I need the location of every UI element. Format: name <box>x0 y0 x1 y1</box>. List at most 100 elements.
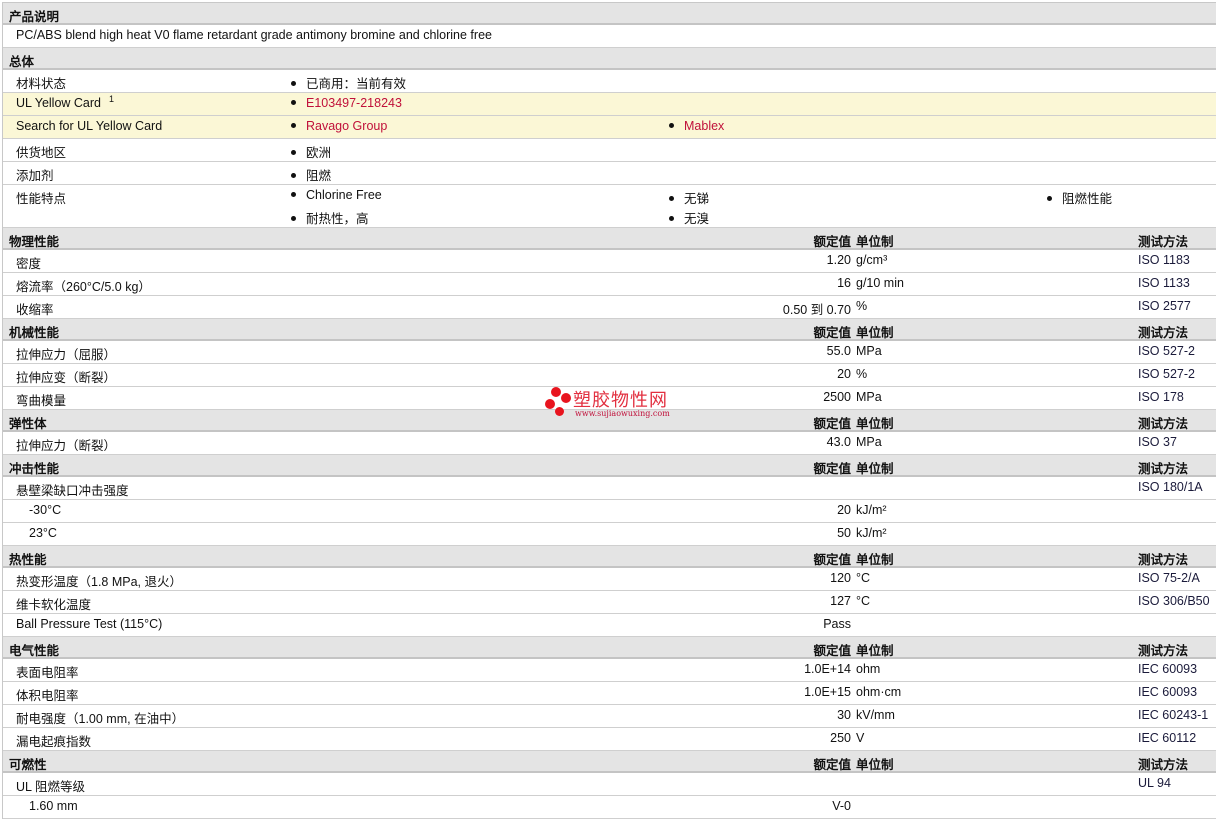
test-method: ISO 527-2 <box>1138 367 1195 381</box>
property-label: 拉伸应力（断裂） <box>16 439 117 453</box>
property-label: 漏电起痕指数 <box>16 735 92 749</box>
property-row: 维卡软化温度 127 °C ISO 306/B50 <box>3 591 1216 614</box>
link-item[interactable]: Ravago Group <box>291 119 387 133</box>
description-row: PC/ABS blend high heat V0 flame retardan… <box>3 25 1216 48</box>
property-value: 250 <box>830 731 851 745</box>
property-row: 热变形温度（1.8 MPa, 退火） 120 °C ISO 75-2/A <box>3 568 1216 591</box>
property-value: 20 <box>837 503 851 517</box>
column-header-value: 额定值 <box>813 644 851 658</box>
section-header-description: 产品说明 <box>3 3 1216 25</box>
general-row-label: Search for UL Yellow Card <box>16 119 163 133</box>
property-row: 耐电强度（1.00 mm, 在油中） 30 kV/mm IEC 60243-1 <box>3 705 1216 728</box>
property-value: 120 <box>830 571 851 585</box>
link-item[interactable]: Mablex <box>669 119 724 133</box>
logo-dot-icon <box>555 407 564 416</box>
property-value: 50 <box>837 526 851 540</box>
logo-dot-icon <box>561 393 571 403</box>
property-label: 耐电强度（1.00 mm, 在油中） <box>16 712 185 726</box>
property-unit: °C <box>856 594 871 608</box>
property-label: 热变形温度（1.8 MPa, 退火） <box>16 575 182 589</box>
footnote-marker: 1 <box>109 94 115 104</box>
property-label: 收缩率 <box>16 303 54 317</box>
property-label: 1.60 mm <box>29 799 78 813</box>
property-value: 43.0 <box>826 435 851 449</box>
property-unit: kJ/m² <box>856 503 887 517</box>
column-header-method: 测试方法 <box>1138 758 1189 772</box>
property-label: 拉伸应力（屈服） <box>16 348 117 362</box>
property-label: 体积电阻率 <box>16 689 79 703</box>
test-method: ISO 1183 <box>1138 253 1190 267</box>
property-unit: MPa <box>856 344 882 358</box>
property-unit: ohm <box>856 662 881 676</box>
property-value: 55.0 <box>826 344 851 358</box>
property-unit: g/cm³ <box>856 253 888 267</box>
bullet-item: 已商用：当前有效 <box>291 73 406 92</box>
general-row-label: 材料状态 <box>16 77 67 91</box>
property-unit: °C <box>856 571 871 585</box>
column-header-unit: 单位制 <box>856 417 894 431</box>
property-unit: % <box>856 299 868 313</box>
section-title: 冲击性能 <box>9 462 60 476</box>
property-label: 悬壁梁缺口冲击强度 <box>16 484 129 498</box>
property-unit: % <box>856 367 868 381</box>
property-value: 1.20 <box>826 253 851 267</box>
test-method: ISO 527-2 <box>1138 344 1195 358</box>
general-row: 材料状态 已商用：当前有效 <box>3 70 1216 93</box>
link-item[interactable]: E103497-218243 <box>291 96 402 110</box>
property-label: 23°C <box>29 526 57 540</box>
section-header-general: 总体 <box>3 48 1216 70</box>
bullet-item: 欧洲 <box>291 142 331 161</box>
column-header-value: 额定值 <box>813 326 851 340</box>
bullet-item: 无溴 <box>669 208 709 227</box>
column-header-value: 额定值 <box>813 553 851 567</box>
property-row: 表面电阻率 1.0E+14 ohm IEC 60093 <box>3 659 1216 682</box>
property-label: -30°C <box>29 503 62 517</box>
property-row: -30°C 20 kJ/m² <box>3 500 1216 523</box>
section-header: 机械性能 额定值 单位制 测试方法 <box>3 319 1216 341</box>
test-method: IEC 60243-1 <box>1138 708 1209 722</box>
general-row-label: 性能特点 <box>16 192 67 206</box>
property-row: 23°C 50 kJ/m² <box>3 523 1216 546</box>
property-row: Ball Pressure Test (115°C) Pass <box>3 614 1216 637</box>
general-row: 添加剂 阻燃 <box>3 162 1216 185</box>
property-label: 密度 <box>16 257 42 271</box>
general-row-label: UL Yellow Card <box>16 96 102 110</box>
property-label: 表面电阻率 <box>16 666 79 680</box>
watermark-logo: 塑胶物性网 www.sujiaowuxing.com <box>545 385 675 425</box>
property-row: 拉伸应力（断裂） 43.0 MPa ISO 37 <box>3 432 1216 455</box>
logo-dot-icon <box>551 387 561 397</box>
test-method: ISO 37 <box>1138 435 1177 449</box>
property-row: 收缩率 0.50 到 0.70% ISO 2577 <box>3 296 1216 319</box>
section-title: 电气性能 <box>9 644 60 658</box>
bullet-item: 无锑 <box>669 188 709 207</box>
property-label: 拉伸应变（断裂） <box>16 371 117 385</box>
test-method: ISO 178 <box>1138 390 1184 404</box>
general-row-label: 添加剂 <box>16 169 54 183</box>
bullet-item: 阻燃 <box>291 165 331 184</box>
property-label: UL 阻燃等级 <box>16 780 85 794</box>
general-row: Search for UL Yellow Card Ravago Group Mab… <box>3 116 1216 139</box>
column-header-unit: 单位制 <box>856 644 894 658</box>
general-row: 供货地区 欧洲 <box>3 139 1216 162</box>
property-row: UL 阻燃等级 UL 94 <box>3 773 1216 796</box>
section-title: 总体 <box>9 55 35 69</box>
property-row: 密度 1.20 g/cm³ ISO 1183 <box>3 250 1216 273</box>
property-unit: V <box>856 731 865 745</box>
test-method: IEC 60093 <box>1138 662 1198 676</box>
general-row: UL Yellow Card 1 E103497-218243 <box>3 93 1216 116</box>
general-row: 性能特点 Chlorine Free 耐热性，高 无锑 无溴 阻燃性能 <box>3 185 1216 228</box>
column-header-unit: 单位制 <box>856 462 894 476</box>
property-unit: MPa <box>856 390 882 404</box>
column-header-method: 测试方法 <box>1138 417 1189 431</box>
property-row: 拉伸应力（屈服） 55.0 MPa ISO 527-2 <box>3 341 1216 364</box>
property-value: 16 <box>837 276 851 290</box>
column-header-unit: 单位制 <box>856 553 894 567</box>
test-method: ISO 180/1A <box>1138 480 1203 494</box>
property-value: V-0 <box>832 799 851 813</box>
section-header: 电气性能 额定值 单位制 测试方法 <box>3 637 1216 659</box>
section-header: 物理性能 额定值 单位制 测试方法 <box>3 228 1216 250</box>
property-label: 维卡软化温度 <box>16 598 92 612</box>
property-unit: kV/mm <box>856 708 895 722</box>
property-label: Ball Pressure Test (115°C) <box>16 617 163 631</box>
description-text: PC/ABS blend high heat V0 flame retardan… <box>16 28 492 42</box>
